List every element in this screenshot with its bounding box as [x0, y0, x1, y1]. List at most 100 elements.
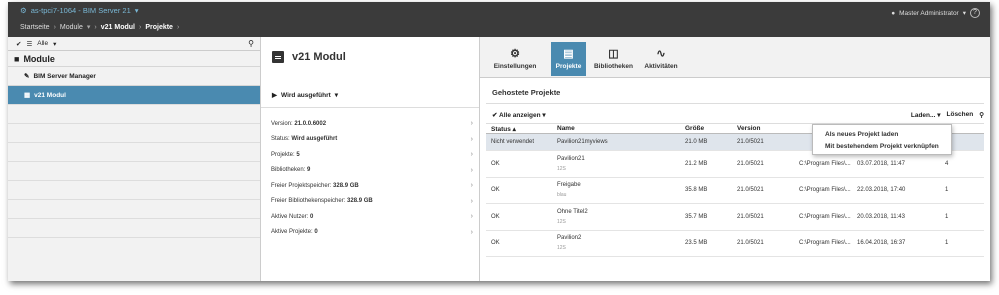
sidebar-empty-row	[8, 237, 260, 256]
chevron-down-icon: ▾	[542, 112, 546, 119]
sidebar-empty-row	[8, 161, 260, 180]
chevron-right-icon: ›	[470, 213, 473, 221]
property-row[interactable]: Freier Projektspeicher: 328.9 GB ›	[271, 178, 477, 194]
projects-icon: ▤	[563, 47, 574, 60]
user-menu[interactable]: ● Master Administrator ▾ ?	[891, 8, 980, 18]
chevron-down-icon: ▾	[334, 92, 339, 99]
module-properties: Version: 21.0.0.6002 › Status: Wird ausge…	[271, 116, 477, 240]
table-row[interactable]: OK Ohne Titel2 12S 35.7 MB 21.0/5021 C:\P…	[486, 203, 984, 231]
module-title-text: v21 Modul	[292, 51, 346, 63]
menu-item-link-existing[interactable]: Mit bestehendem Projekt verknüpfen	[813, 140, 951, 152]
tab-aktivitaeten[interactable]: ∿ Aktivitäten	[640, 42, 682, 76]
sidebar-empty-row	[8, 104, 260, 123]
chevron-down-icon: ▾	[962, 10, 966, 17]
server-selector[interactable]: ⚙ as-tpci7-1064 - BIM Server 21 ▾	[20, 6, 139, 15]
load-dropdown-menu: Als neues Projekt laden Mit bestehendem …	[812, 124, 952, 155]
breadcrumb: Startseite › Module ▾ › v21 Modul › Proj…	[20, 23, 180, 32]
delete-button[interactable]: Löschen	[947, 111, 974, 119]
check-icon: ✔	[492, 112, 498, 119]
column-header-size[interactable]: Größe	[680, 123, 732, 134]
sidebar-empty-row	[8, 123, 260, 142]
activity-icon: ∿	[656, 47, 666, 60]
tab-projekte[interactable]: ▤ Projekte	[551, 42, 586, 76]
search-icon[interactable]: ⚲	[248, 39, 254, 48]
sidebar-item-label: BIM Server Manager	[33, 72, 96, 80]
sidebar-section-title: Module	[23, 53, 55, 64]
load-button[interactable]: Laden... ▾	[911, 111, 941, 119]
breadcrumb-projects[interactable]: Projekte	[145, 24, 173, 31]
property-row[interactable]: Aktive Projekte: 0 ›	[271, 225, 477, 241]
projects-toolbar: ✔ Alle anzeigen ▾ Laden... ▾ Löschen ⚲	[480, 109, 990, 123]
sidebar-empty-row	[8, 142, 260, 161]
app-window: ⚙ as-tpci7-1064 - BIM Server 21 ▾ Starts…	[8, 2, 990, 281]
chevron-right-icon: ›	[470, 182, 473, 190]
divider	[261, 107, 479, 108]
column-header-status[interactable]: Status ▴	[486, 123, 552, 134]
server-icon: ✎	[24, 73, 30, 80]
sidebar: ✔ ☰ Alle ▾ ⚲ ■ Module ✎ BIM Server Manag…	[8, 37, 261, 281]
tab-bibliotheken[interactable]: ◫ Bibliotheken	[590, 42, 637, 76]
tab-einstellungen[interactable]: ⚙ Einstellungen	[484, 42, 546, 76]
module-icon: ■	[14, 53, 20, 64]
chevron-down-icon: ▾	[86, 24, 91, 31]
chevron-right-icon: ›	[470, 135, 473, 143]
table-row[interactable]: OK Pavilion2 12S 23.5 MB 21.0/5021 C:\Pro…	[486, 230, 984, 257]
tab-label: Einstellungen	[493, 62, 537, 70]
sidebar-item-v21-modul[interactable]: ▦ v21 Modul	[8, 85, 260, 104]
chevron-right-icon: ›	[94, 23, 97, 31]
module-icon	[272, 51, 284, 63]
chevron-right-icon: ›	[53, 23, 56, 31]
chevron-right-icon: ›	[470, 166, 473, 174]
column-header-name[interactable]: Name	[552, 123, 680, 134]
tab-label: Projekte	[555, 62, 582, 70]
module-panel: v21 Modul ▶ Wird ausgeführt ▾ Version: 2…	[261, 37, 480, 281]
module-status-label: Wird ausgeführt	[281, 91, 331, 99]
sidebar-filter[interactable]: ✔ ☰ Alle ▾ ⚲	[8, 37, 260, 50]
section-title: Gehostete Projekte	[492, 88, 561, 97]
bell-icon: ⚙	[20, 6, 27, 15]
sidebar-empty-row	[8, 180, 260, 199]
property-row[interactable]: Freier Bibliothekenspeicher: 328.9 GB ›	[271, 194, 477, 210]
divider	[486, 103, 984, 104]
chevron-right-icon: ›	[138, 23, 142, 31]
chevron-down-icon: ▾	[134, 6, 139, 15]
sidebar-empty-row	[8, 199, 260, 218]
chevron-right-icon: ›	[470, 197, 473, 205]
server-name: as-tpci7-1064 - BIM Server 21	[30, 6, 131, 15]
property-row[interactable]: Status: Wird ausgeführt ›	[271, 132, 477, 148]
property-row[interactable]: Projekte: 5 ›	[271, 147, 477, 163]
breadcrumb-modules[interactable]: Module	[60, 24, 83, 31]
chevron-right-icon: ›	[176, 23, 180, 31]
search-icon[interactable]: ⚲	[979, 111, 984, 119]
main-content: ⚙ Einstellungen ▤ Projekte ◫ Bibliotheke…	[480, 37, 990, 281]
property-row[interactable]: Version: 21.0.0.6002 ›	[271, 116, 477, 132]
chevron-right-icon: ›	[470, 228, 473, 236]
chevron-right-icon: ›	[470, 151, 473, 159]
table-row[interactable]: OK Freigabe blau 35.8 MB 21.0/5021 C:\Pro…	[486, 177, 984, 204]
menu-item-load-as-new[interactable]: Als neues Projekt laden	[813, 128, 951, 140]
sidebar-item-bim-server-manager[interactable]: ✎ BIM Server Manager	[8, 66, 260, 85]
library-icon: ◫	[608, 47, 619, 60]
list-icon: ☰	[26, 40, 33, 48]
filter-label: Alle	[37, 40, 49, 47]
help-icon[interactable]: ?	[970, 8, 980, 18]
play-icon: ▶	[272, 92, 277, 99]
chevron-down-icon: ▾	[53, 40, 57, 48]
sidebar-empty-row	[8, 218, 260, 237]
property-row[interactable]: Bibliotheken: 9 ›	[271, 163, 477, 179]
column-header-version[interactable]: Version	[732, 123, 794, 134]
breadcrumb-module[interactable]: v21 Modul	[101, 24, 135, 31]
show-all-filter[interactable]: ✔ Alle anzeigen ▾	[492, 111, 546, 119]
module-status-button[interactable]: ▶ Wird ausgeführt ▾	[272, 91, 339, 100]
user-name: Master Administrator	[899, 9, 959, 17]
module-icon: ▦	[24, 92, 31, 99]
sidebar-section-header: ■ Module	[8, 50, 260, 66]
breadcrumb-home[interactable]: Startseite	[20, 24, 50, 31]
sidebar-item-label: v21 Modul	[34, 91, 66, 99]
top-bar: ⚙ as-tpci7-1064 - BIM Server 21 ▾ Starts…	[8, 2, 990, 37]
chevron-right-icon: ›	[470, 120, 473, 128]
module-title: v21 Modul	[272, 51, 346, 63]
tab-label: Aktivitäten	[644, 62, 678, 70]
property-row[interactable]: Aktive Nutzer: 0 ›	[271, 209, 477, 225]
show-all-label: Alle anzeigen	[499, 112, 541, 119]
